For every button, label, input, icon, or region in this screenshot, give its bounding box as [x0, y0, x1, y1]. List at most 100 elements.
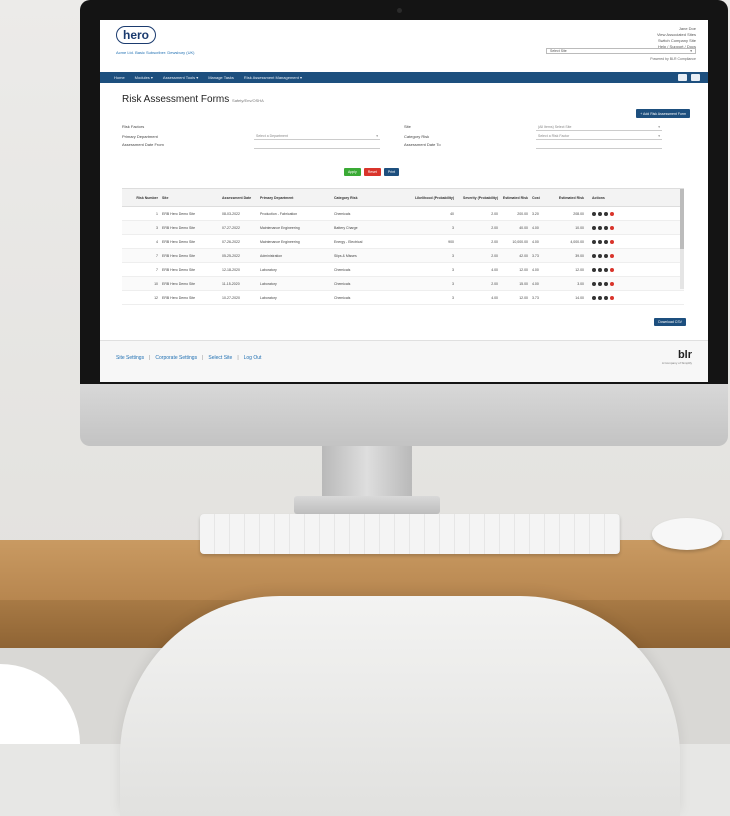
copy-icon[interactable]	[604, 239, 608, 244]
view-icon[interactable]	[598, 253, 602, 258]
copy-icon[interactable]	[604, 225, 608, 230]
table-row[interactable]: 1 ERB Hero Demo Site 08-03-2022 Production …	[122, 207, 684, 221]
cell-estimated-risk: 200.00	[517, 211, 528, 216]
col-site[interactable]: Site	[160, 196, 220, 200]
view-icon[interactable]	[598, 281, 602, 286]
cell-cost: 3.73	[532, 295, 539, 300]
print-button[interactable]: Print	[383, 168, 400, 176]
site-select[interactable]: Select Site ▾	[546, 48, 696, 54]
nav-item-manage-tasks[interactable]: Manage Tasks	[208, 75, 234, 80]
add-risk-form-button[interactable]: + Add Risk Assessment Form	[636, 109, 690, 118]
table-row[interactable]: 3 ERB Hero Demo Site 07-27-2022 Maintenance…	[122, 221, 684, 235]
edit-icon[interactable]	[592, 225, 596, 230]
screen: hero Acme Ltd. Basic Subscriber: Dewsbur…	[100, 20, 708, 382]
nav-item-risk-assessment[interactable]: Risk Assessment Management ▾	[244, 75, 302, 80]
delete-icon[interactable]	[610, 281, 614, 286]
cell-estimated-risk-2: 39.00	[575, 253, 584, 258]
cell-severity: 2.00	[491, 253, 498, 258]
footer-link-site-settings[interactable]: Site Settings	[116, 355, 144, 361]
cell-estimated-risk: 40.00	[519, 225, 528, 230]
user-icon[interactable]	[691, 74, 700, 81]
edit-icon[interactable]	[592, 211, 596, 216]
table-row[interactable]: 7 ERB Hero Demo Site 12-18-2020 Laboratory C…	[122, 263, 684, 277]
view-icon[interactable]	[598, 295, 602, 300]
monitor: hero Acme Ltd. Basic Subscriber: Dewsbur…	[80, 0, 728, 446]
mouse	[652, 518, 722, 550]
date-to-input[interactable]	[536, 142, 662, 149]
col-risk-number[interactable]: Risk Number	[122, 196, 160, 200]
table-row[interactable]: 10 ERB Hero Demo Site 11-15-2020 Laboratory…	[122, 277, 684, 291]
cell-likelihood: 3	[452, 253, 454, 258]
reset-button[interactable]: Reset	[363, 168, 381, 176]
department-select[interactable]: Select a Department ▾	[254, 133, 380, 140]
bell-icon[interactable]	[678, 74, 687, 81]
view-icon[interactable]	[598, 225, 602, 230]
monitor-stand-neck	[322, 444, 412, 504]
edit-icon[interactable]	[592, 267, 596, 272]
delete-icon[interactable]	[610, 225, 614, 230]
cell-primary-department: Laboratory	[260, 267, 277, 272]
delete-icon[interactable]	[610, 239, 614, 244]
delete-icon[interactable]	[610, 267, 614, 272]
nav-item-home[interactable]: Home	[114, 75, 125, 80]
label-assessment-date-to: Assessment Date To	[404, 142, 441, 147]
delete-icon[interactable]	[610, 211, 614, 216]
col-likelihood[interactable]: Likelihood (Probability)	[412, 196, 456, 200]
view-icon[interactable]	[598, 239, 602, 244]
view-icon[interactable]	[598, 211, 602, 216]
scrollbar-thumb[interactable]	[680, 189, 684, 249]
site-filter-select[interactable]: (All Items) Select Site ▾	[536, 124, 662, 131]
copy-icon[interactable]	[604, 211, 608, 216]
copy-icon[interactable]	[604, 267, 608, 272]
footer-link-corporate-settings[interactable]: Corporate Settings	[155, 355, 197, 361]
edit-icon[interactable]	[592, 253, 596, 258]
delete-icon[interactable]	[610, 253, 614, 258]
edit-icon[interactable]	[592, 239, 596, 244]
cell-primary-department: Maintenance Engineering	[260, 225, 300, 230]
copy-icon[interactable]	[604, 281, 608, 286]
table-row[interactable]: 12 ERB Hero Demo Site 10-27-2020 Laboratory…	[122, 291, 684, 305]
cell-risk-number: 3	[156, 225, 158, 230]
edit-icon[interactable]	[592, 281, 596, 286]
chevron-down-icon: ▾	[376, 134, 378, 138]
cell-severity: 2.00	[491, 281, 498, 286]
category-select-value: Select a Risk Factor	[538, 134, 570, 138]
row-actions	[586, 267, 626, 272]
cell-risk-number: 7	[156, 253, 158, 258]
copy-icon[interactable]	[604, 253, 608, 258]
nav-item-assessment-tools[interactable]: Assessment Tools ▾	[163, 75, 198, 80]
delete-icon[interactable]	[610, 295, 614, 300]
row-actions	[586, 239, 626, 244]
footer-link-log-out[interactable]: Log Out	[244, 355, 262, 361]
table-scrollbar[interactable]	[680, 189, 684, 289]
label-category-risk: Category Risk	[404, 134, 430, 139]
col-severity[interactable]: Severity (Probability)	[456, 196, 500, 200]
category-select[interactable]: Select a Risk Factor ▾	[536, 133, 662, 140]
table-row[interactable]: 4 ERB Hero Demo Site 07-26-2022 Maintenance…	[122, 235, 684, 249]
view-icon[interactable]	[598, 267, 602, 272]
cell-estimated-risk: 15.00	[519, 281, 528, 286]
edit-icon[interactable]	[592, 295, 596, 300]
col-assessment-date[interactable]: Assessment Date	[220, 196, 258, 200]
cell-site: ERB Hero Demo Site	[162, 253, 196, 258]
apply-button[interactable]: Apply	[344, 168, 361, 176]
table-row[interactable]: 7 ERB Hero Demo Site 05-25-2022 Administrat…	[122, 249, 684, 263]
page-title-text: Risk Assessment Forms	[122, 94, 230, 105]
download-csv-button[interactable]: Download CSV	[654, 318, 686, 326]
nav-icons	[678, 74, 700, 81]
col-cost[interactable]: Cost	[530, 196, 550, 200]
cell-primary-department: Administration	[260, 253, 283, 258]
col-category-risk[interactable]: Category Risk	[332, 196, 412, 200]
cell-estimated-risk: 12.00	[519, 267, 528, 272]
footer-link-select-site[interactable]: Select Site	[208, 355, 232, 361]
app-logo[interactable]: hero	[116, 26, 156, 44]
row-actions	[586, 253, 626, 258]
copy-icon[interactable]	[604, 295, 608, 300]
col-estimated-risk[interactable]: Estimated Risk	[500, 196, 530, 200]
nav-item-modules[interactable]: Modules ▾	[135, 75, 153, 80]
col-primary-department[interactable]: Primary Department	[258, 196, 332, 200]
date-from-input[interactable]	[254, 142, 380, 149]
camera-icon	[397, 8, 402, 13]
risk-table: Risk Number Site Assessment Date Primary…	[122, 188, 684, 318]
col-estimated-risk-2[interactable]: Estimated Risk	[550, 196, 586, 200]
